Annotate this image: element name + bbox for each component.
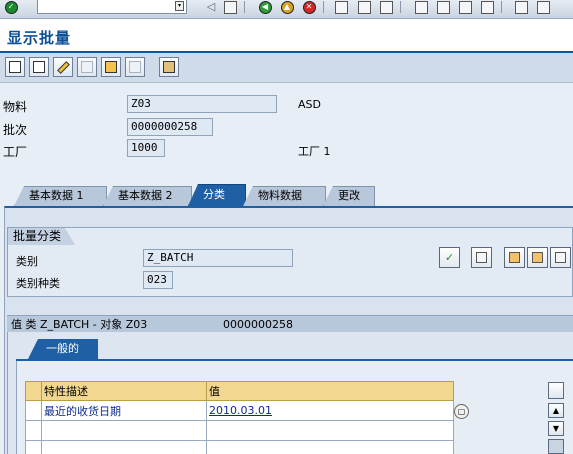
- change-icon[interactable]: [53, 57, 73, 77]
- tab-basic-data-2[interactable]: 基本数据 2: [103, 186, 192, 206]
- system-toolbar: ✓ ▾ ◁ ◀ ▲ ✕: [0, 0, 573, 19]
- characteristic-value[interactable]: [206, 420, 454, 441]
- scrollbar-thumb[interactable]: [548, 439, 564, 454]
- cancel-icon[interactable]: ✕: [301, 0, 317, 14]
- command-input[interactable]: [38, 2, 168, 15]
- table-row: [25, 440, 454, 454]
- display-change-icon: [77, 57, 97, 77]
- plant-description: 工厂 1: [298, 145, 331, 158]
- column-header-value[interactable]: 值: [206, 381, 454, 401]
- class-field[interactable]: Z_BATCH: [143, 249, 293, 267]
- other-object-icon: [125, 57, 145, 77]
- characteristics-table: 特性描述 值 最近的收货日期 2010.03.01: [25, 381, 454, 454]
- environment-icon[interactable]: [159, 57, 179, 77]
- values-title: 值 类 Z_BATCH - 对象 Z03: [11, 318, 148, 331]
- values-bar: 值 类 Z_BATCH - 对象 Z03 0000000258: [7, 315, 573, 332]
- where-used-icon[interactable]: [101, 57, 121, 77]
- row-selector[interactable]: [25, 400, 42, 421]
- table-settings-icon[interactable]: [548, 382, 564, 399]
- table-header-row: 特性描述 值: [25, 381, 454, 401]
- select-all-cell[interactable]: [25, 381, 42, 401]
- application-toolbar: [0, 53, 573, 83]
- create-icon[interactable]: [5, 57, 25, 77]
- values-object-number: 0000000258: [223, 318, 293, 331]
- exit-icon[interactable]: ▲: [279, 0, 295, 14]
- material-field[interactable]: Z03: [127, 95, 277, 113]
- copy-values-icon[interactable]: [471, 247, 492, 268]
- next-page-icon[interactable]: [457, 0, 473, 14]
- tab-strip: 基本数据 1 基本数据 2 分类 物料数据 更改: [0, 184, 573, 206]
- plant-field[interactable]: 1000: [127, 139, 165, 157]
- table-row: 最近的收货日期 2010.03.01: [25, 400, 454, 421]
- command-history-icon[interactable]: ▾: [175, 1, 184, 11]
- row-selector[interactable]: [25, 440, 42, 454]
- scroll-down-icon[interactable]: ▼: [548, 421, 564, 436]
- new-session-icon[interactable]: [513, 0, 529, 14]
- column-header-description[interactable]: 特性描述: [41, 381, 207, 401]
- tab-changes[interactable]: 更改: [323, 186, 375, 206]
- save-icon[interactable]: [222, 0, 238, 14]
- command-field[interactable]: ▾: [37, 0, 187, 15]
- tab-general[interactable]: 一般的: [28, 339, 98, 359]
- scroll-up-icon[interactable]: ▲: [548, 403, 564, 418]
- expand-icon[interactable]: [550, 247, 571, 268]
- tab-material-data[interactable]: 物料数据: [243, 186, 326, 206]
- table-row: [25, 420, 454, 441]
- value-help-icon[interactable]: ▢: [454, 404, 469, 419]
- batch-label: 批次: [3, 123, 28, 137]
- find-icon[interactable]: [356, 0, 372, 14]
- tab-classification[interactable]: 分类: [188, 184, 246, 206]
- check-icon[interactable]: ✓: [439, 247, 460, 268]
- layout-icon[interactable]: [504, 247, 525, 268]
- class-type-label: 类别种类: [16, 277, 60, 290]
- row-selector[interactable]: [25, 420, 42, 441]
- group-title: 批量分类: [8, 228, 76, 245]
- class-label: 类别: [16, 255, 38, 268]
- find-next-icon[interactable]: [378, 0, 394, 14]
- back-icon[interactable]: ◀: [257, 0, 273, 14]
- copy-icon[interactable]: [29, 57, 49, 77]
- previous-page-icon[interactable]: [435, 0, 451, 14]
- plant-label: 工厂: [3, 145, 28, 159]
- last-page-icon[interactable]: [479, 0, 495, 14]
- batch-field[interactable]: 0000000258: [127, 118, 213, 136]
- shortcut-icon[interactable]: [535, 0, 551, 14]
- print-icon[interactable]: [333, 0, 349, 14]
- characteristic-description: [41, 420, 207, 441]
- first-page-icon[interactable]: [413, 0, 429, 14]
- characteristic-value[interactable]: [206, 440, 454, 454]
- back-arrow-icon[interactable]: ◁: [203, 0, 219, 14]
- title-bar: 显示批量: [0, 19, 573, 53]
- tab-basic-data-1[interactable]: 基本数据 1: [14, 186, 107, 206]
- material-label: 物料: [3, 100, 28, 114]
- enter-icon[interactable]: ✓: [3, 0, 19, 14]
- material-description: ASD: [298, 98, 321, 111]
- characteristic-description: 最近的收货日期: [41, 400, 207, 421]
- class-type-field[interactable]: 023: [143, 271, 173, 289]
- table-icon[interactable]: [527, 247, 548, 268]
- characteristic-value[interactable]: 2010.03.01: [206, 400, 454, 421]
- page-title: 显示批量: [7, 29, 72, 47]
- characteristic-description: [41, 440, 207, 454]
